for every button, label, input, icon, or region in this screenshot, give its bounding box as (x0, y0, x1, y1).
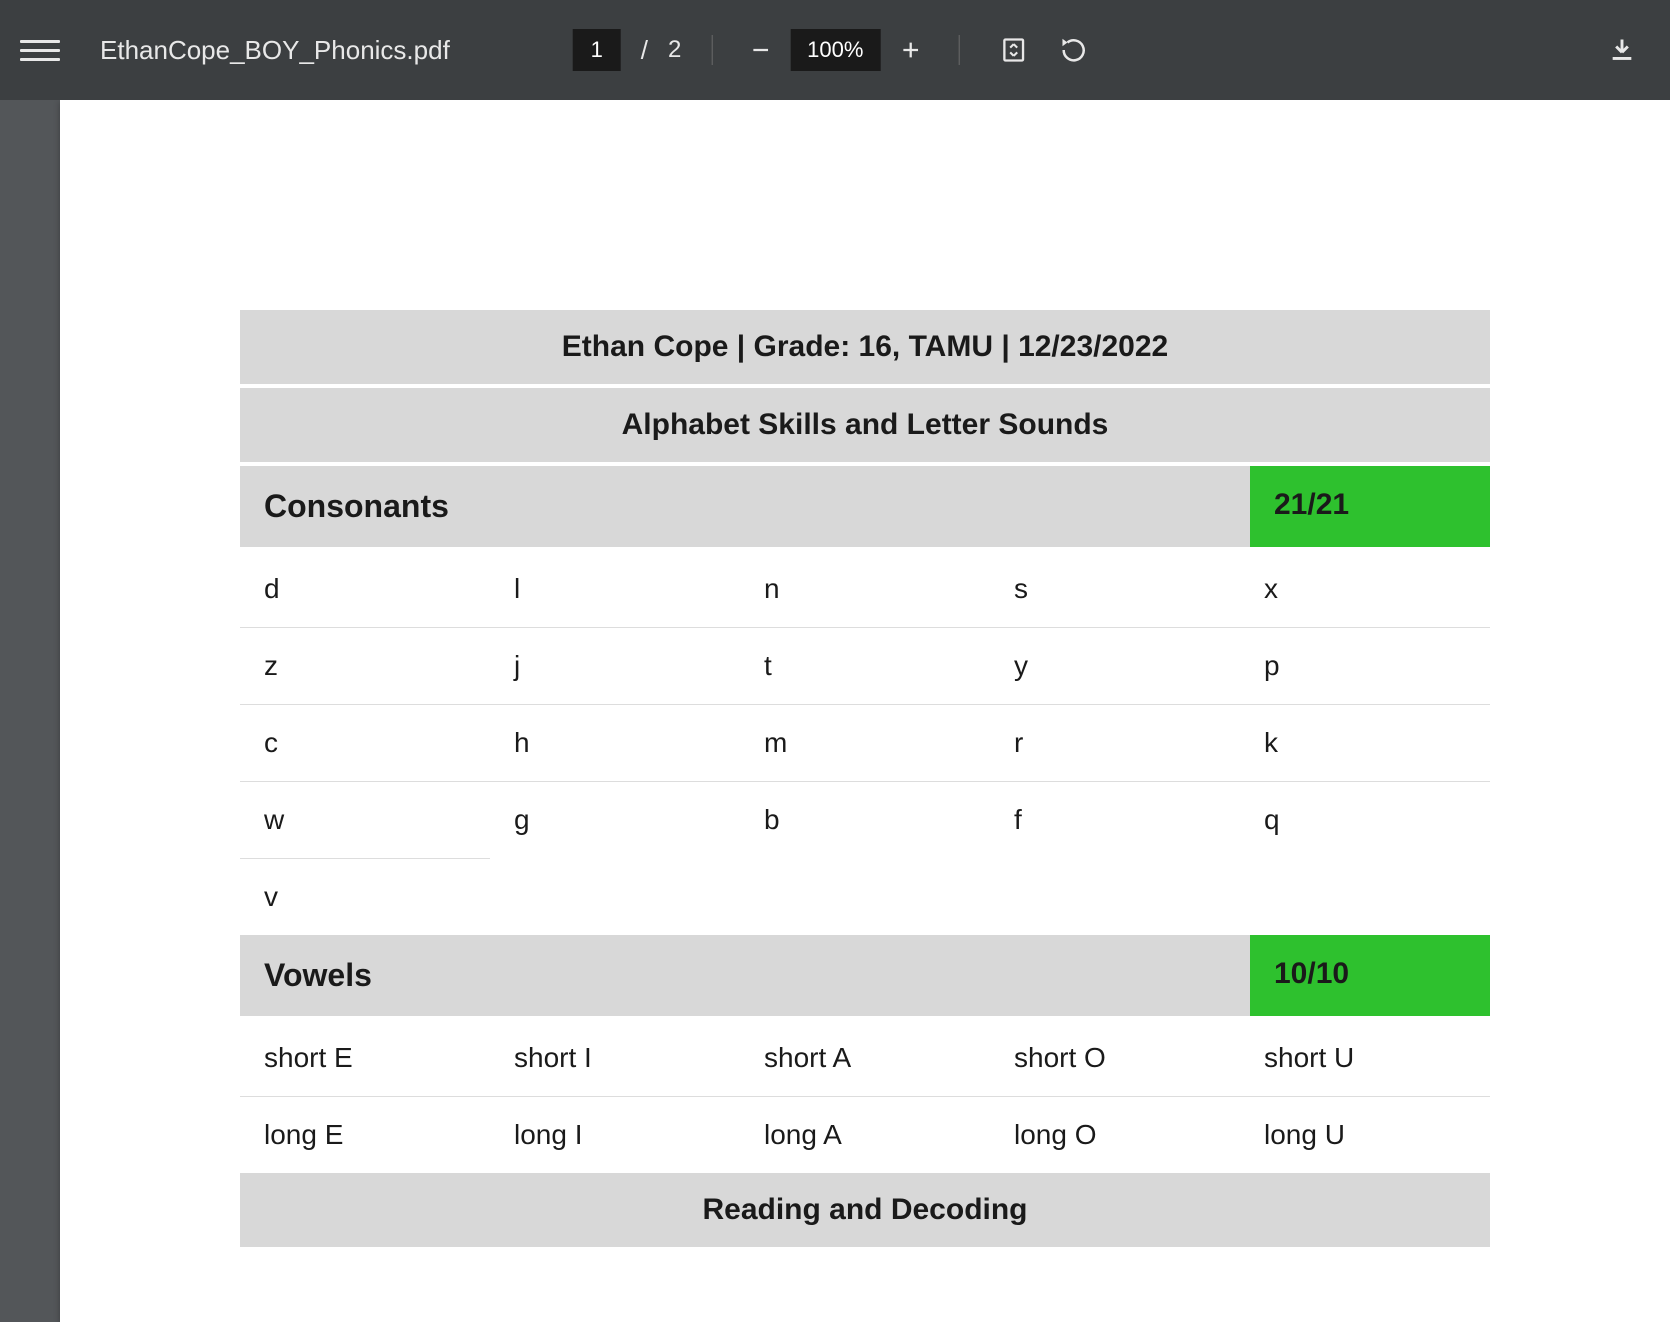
cell: j (490, 628, 740, 704)
rotate-icon[interactable] (1055, 32, 1091, 68)
vowels-data: short E short I short A short O short U … (240, 1020, 1490, 1173)
vowels-score: 10/10 (1250, 935, 1490, 1016)
report-header: Ethan Cope | Grade: 16, TAMU | 12/23/202… (240, 310, 1490, 388)
cell: w (240, 782, 490, 858)
fit-to-page-icon[interactable] (995, 32, 1031, 68)
cell: p (1240, 628, 1490, 704)
cell: q (1240, 782, 1490, 858)
zoom-in-button[interactable] (892, 32, 928, 68)
cell: x (1240, 551, 1490, 627)
cell: s (990, 551, 1240, 627)
document-filename: EthanCope_BOY_Phonics.pdf (100, 35, 450, 66)
cell (490, 858, 740, 935)
cell: d (240, 551, 490, 627)
zoom-level-input[interactable] (790, 29, 880, 71)
cell: v (240, 858, 490, 935)
cell: h (490, 705, 740, 781)
consonants-section-header: Consonants 21/21 (240, 466, 1490, 551)
cell: long A (740, 1097, 990, 1173)
cell: n (740, 551, 990, 627)
report-table: Ethan Cope | Grade: 16, TAMU | 12/23/202… (240, 310, 1490, 1247)
cell: long I (490, 1097, 740, 1173)
cell: g (490, 782, 740, 858)
table-row: c h m r k (240, 705, 1490, 782)
cell: r (990, 705, 1240, 781)
cell: k (1240, 705, 1490, 781)
table-row: w g b f q (240, 782, 1490, 858)
pdf-page: Ethan Cope | Grade: 16, TAMU | 12/23/202… (60, 100, 1670, 1322)
section-title-reading: Reading and Decoding (240, 1173, 1490, 1247)
cell (990, 858, 1240, 935)
page-number-input[interactable] (573, 29, 621, 71)
cell (740, 858, 990, 935)
table-row: short E short I short A short O short U (240, 1020, 1490, 1097)
page-separator: / (641, 35, 648, 66)
cell: b (740, 782, 990, 858)
menu-icon[interactable] (20, 30, 60, 70)
consonants-data: d l n s x z j t y p c h m r (240, 551, 1490, 935)
vowels-section-header: Vowels 10/10 (240, 935, 1490, 1020)
table-row: long E long I long A long O long U (240, 1097, 1490, 1173)
cell: short I (490, 1020, 740, 1096)
cell: short U (1240, 1020, 1490, 1096)
table-row: v (240, 858, 1490, 935)
cell: f (990, 782, 1240, 858)
pdf-viewport[interactable]: Ethan Cope | Grade: 16, TAMU | 12/23/202… (0, 100, 1670, 1322)
cell: long U (1240, 1097, 1490, 1173)
cell: t (740, 628, 990, 704)
zoom-out-button[interactable] (742, 32, 778, 68)
table-row: d l n s x (240, 551, 1490, 628)
toolbar-center: / 2 (573, 29, 1098, 71)
page-total: 2 (668, 36, 681, 64)
consonants-label: Consonants (240, 466, 1250, 547)
toolbar-divider (711, 35, 712, 65)
cell: long E (240, 1097, 490, 1173)
cell: c (240, 705, 490, 781)
cell: z (240, 628, 490, 704)
cell: long O (990, 1097, 1240, 1173)
download-icon[interactable] (1604, 32, 1640, 68)
consonants-score: 21/21 (1250, 466, 1490, 547)
section-title-alphabet: Alphabet Skills and Letter Sounds (240, 388, 1490, 466)
cell: short E (240, 1020, 490, 1096)
toolbar-divider (958, 35, 959, 65)
cell (1240, 858, 1490, 935)
cell: short A (740, 1020, 990, 1096)
cell: m (740, 705, 990, 781)
pdf-toolbar: EthanCope_BOY_Phonics.pdf / 2 (0, 0, 1670, 100)
table-row: z j t y p (240, 628, 1490, 705)
cell: y (990, 628, 1240, 704)
cell: l (490, 551, 740, 627)
vowels-label: Vowels (240, 935, 1250, 1016)
cell: short O (990, 1020, 1240, 1096)
